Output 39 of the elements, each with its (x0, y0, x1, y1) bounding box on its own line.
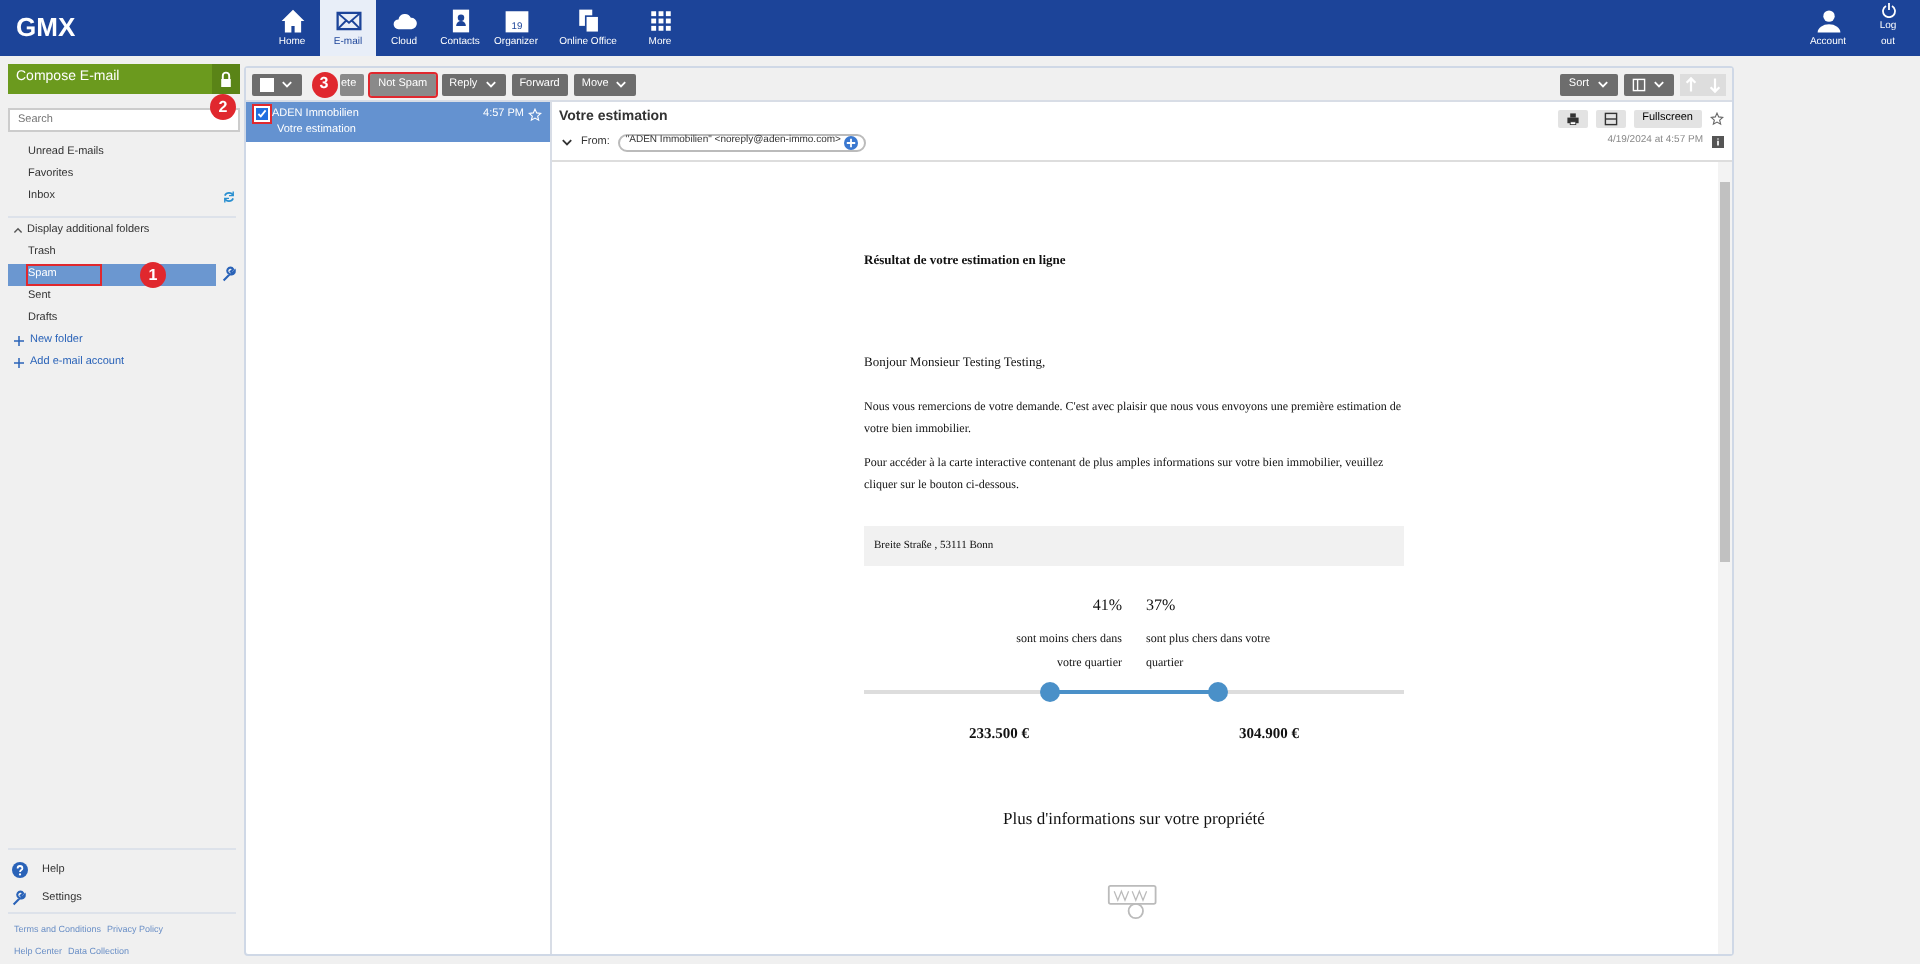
add-contact-icon (844, 135, 859, 149)
lock-icon (212, 64, 240, 94)
layout-icon (1631, 77, 1645, 91)
home-icon (279, 7, 305, 33)
layout-button[interactable] (1623, 73, 1673, 95)
chevron-up-icon[interactable] (12, 224, 24, 236)
checkbox[interactable] (253, 106, 269, 123)
step-marker: 1 (140, 262, 166, 288)
scrollbar[interactable] (1717, 161, 1731, 954)
logo[interactable]: GMX (0, 8, 264, 48)
chevron-down-icon (1651, 77, 1665, 91)
percent-value: 37% (1146, 594, 1178, 618)
wrench-icon (222, 265, 238, 282)
chevron-down-icon (559, 135, 573, 149)
printer-icon (1566, 111, 1581, 126)
step-marker: 2 (210, 94, 236, 120)
envelope-icon (335, 7, 361, 33)
step-marker: 3 (311, 71, 337, 97)
checkbox[interactable] (259, 77, 273, 91)
help-icon (12, 862, 28, 878)
section-heading: Plus d'informations sur votre propriété (1001, 806, 1267, 832)
plus-icon (14, 336, 24, 346)
refresh-icon[interactable] (222, 190, 236, 204)
print-button[interactable] (1558, 109, 1589, 128)
plus-icon (14, 358, 24, 368)
documents-icon (575, 7, 601, 33)
wrench-icon (12, 890, 28, 906)
star-icon[interactable] (1709, 111, 1723, 126)
save-button[interactable] (1596, 109, 1627, 128)
website-icon (1106, 884, 1162, 920)
chevron-down-icon (1595, 77, 1609, 91)
address-book-icon (447, 7, 473, 33)
select-all-dropdown[interactable] (251, 73, 301, 95)
percent-value: 41% (1090, 594, 1122, 618)
save-icon (1604, 111, 1619, 126)
info-icon[interactable] (1711, 136, 1723, 148)
chevron-down-icon (279, 77, 293, 91)
person-icon (1815, 7, 1841, 33)
grid-icon (647, 7, 673, 33)
